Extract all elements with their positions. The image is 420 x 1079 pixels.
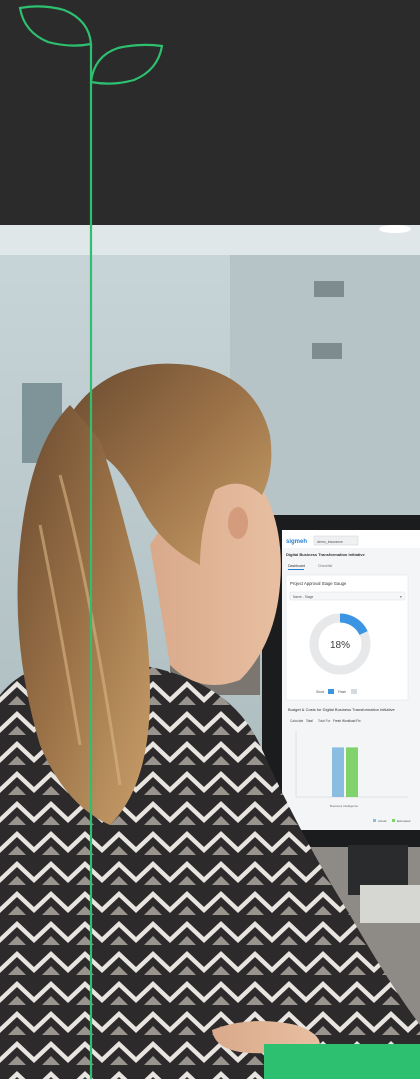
search-value: demo_insurance xyxy=(317,540,343,544)
budget-filter-value[interactable]: Total xyxy=(306,719,313,723)
budget-filter-label: Calculate xyxy=(290,719,304,723)
legend-swatch-actual xyxy=(373,819,376,822)
legend-swatch-estimated xyxy=(392,819,395,822)
legend-label-actual: Actual xyxy=(378,819,387,823)
accent-green-block xyxy=(264,1044,420,1079)
budget-panel-title: Budget & Costs for Digital Business Tran… xyxy=(288,707,395,712)
gauge-panel-title: Project Approval Stage Gauge xyxy=(290,581,347,586)
gauge-legend-left: Stuck xyxy=(316,690,325,694)
office-scene: sigmeh demo_insurance Digital Business T… xyxy=(0,225,420,1079)
tab-dashboard[interactable]: Dashboard xyxy=(288,564,305,568)
header-band xyxy=(0,0,420,225)
gauge-legend-swatch-2 xyxy=(351,689,357,694)
page-title: Digital Business Transformation Initiati… xyxy=(286,552,365,557)
chart-bar-estimated xyxy=(346,747,358,797)
chevron-down-icon: ▾ xyxy=(400,595,402,599)
tab-checklist[interactable]: Checklist xyxy=(318,564,332,568)
gauge-select-value: Name - Stage xyxy=(293,595,314,599)
gauge-legend-right: Flash xyxy=(338,690,346,694)
legend-label-estimated: Estimated xyxy=(397,819,411,823)
gauge-legend-swatch xyxy=(328,689,334,694)
chart-bar-actual xyxy=(332,747,344,797)
app-logo: sigmeh xyxy=(286,539,307,545)
hero-photo: sigmeh demo_insurance Digital Business T… xyxy=(0,225,420,1079)
budget-scope-label: Total For xyxy=(318,719,331,723)
chart-category-label: Business Intelligence xyxy=(330,804,359,808)
budget-scope-value[interactable]: Fresh Workload Fix xyxy=(333,719,361,723)
gauge-value: 18% xyxy=(330,640,350,651)
active-tab-indicator xyxy=(288,569,304,570)
